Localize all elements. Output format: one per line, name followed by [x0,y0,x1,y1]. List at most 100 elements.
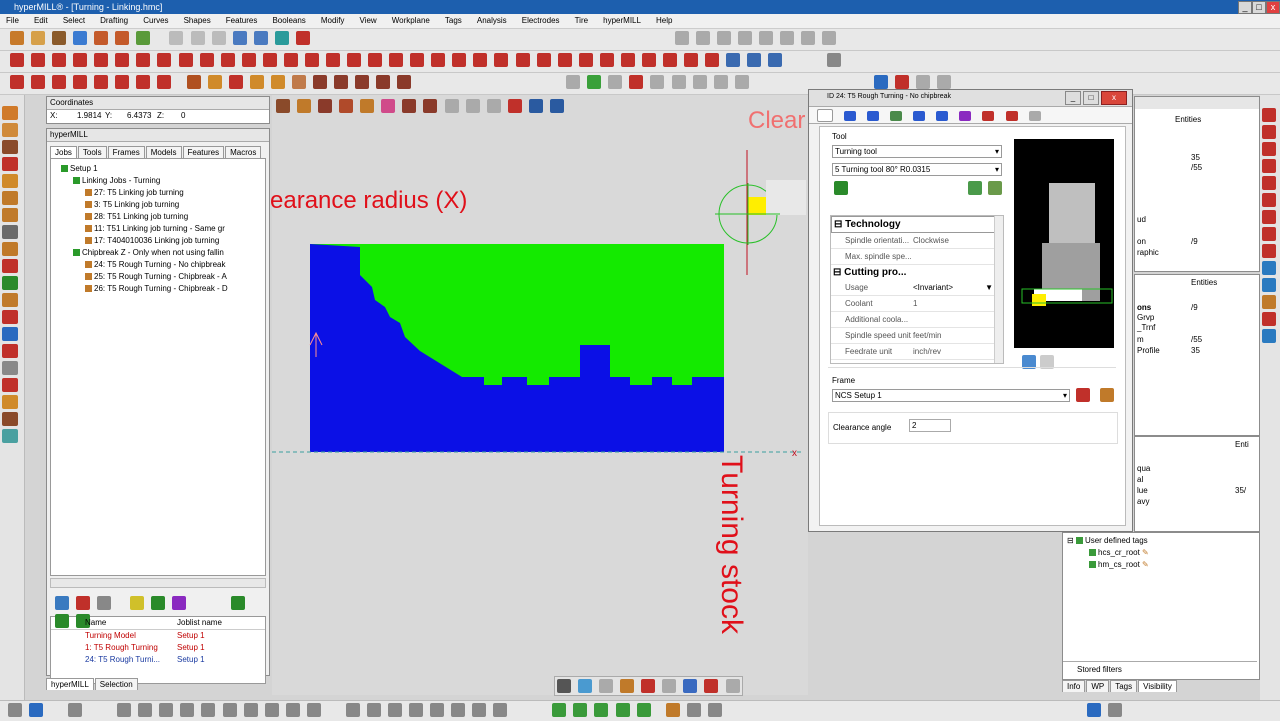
strip-edge-icon[interactable] [2,174,18,188]
snap-grid-icon[interactable] [671,75,686,89]
property-row[interactable]: Max. spindle spe... [831,249,1003,265]
tree-item[interactable]: 3: T5 Linking job turning [51,199,265,211]
settings-icon[interactable] [915,75,930,89]
arc-icon[interactable] [52,53,67,67]
layer-props-icon[interactable] [686,703,701,717]
tab-contour-icon[interactable] [844,110,857,121]
revolve-icon[interactable] [684,53,698,67]
tab-transform-icon[interactable] [959,110,972,121]
filter-surface-icon[interactable] [366,703,381,717]
strip-analysis-icon[interactable] [2,344,18,358]
strip-surface-icon[interactable] [2,123,18,137]
tool-up-icon[interactable] [968,181,982,195]
vb-mark-icon[interactable] [704,679,719,693]
snap-mid-icon[interactable] [138,703,153,717]
union-icon[interactable] [312,75,327,89]
filter-solid-icon[interactable] [387,703,402,717]
strip-mesh-icon[interactable] [2,225,18,239]
spline-icon[interactable] [115,53,130,67]
strip-point-icon[interactable] [2,157,18,171]
rectangle-icon[interactable] [94,53,109,67]
clearance-angle-input[interactable]: 2 [909,419,951,432]
simulate-icon[interactable] [151,596,166,610]
stored-filters-row[interactable]: Stored filters [1063,661,1257,678]
view-front-icon[interactable] [674,31,689,45]
tab-features[interactable]: Features [182,146,225,158]
frame-edit-icon[interactable] [1100,388,1114,402]
vp-redo-icon[interactable] [465,99,480,113]
menu-booleans[interactable]: Booleans [266,14,311,28]
layer-icon[interactable] [747,53,762,67]
balloon-icon[interactable] [473,53,488,67]
tree-item[interactable]: Linking Jobs - Turning [51,175,265,187]
tab-hypermill[interactable]: hyperMILL [46,678,94,690]
grid-icon[interactable] [650,75,665,89]
grid-scrollbar[interactable] [994,216,1003,363]
material-icon[interactable] [768,53,783,67]
new-job-icon[interactable] [55,596,69,610]
extend-icon[interactable] [283,53,298,67]
filter-mesh-icon[interactable] [409,703,423,717]
tree-item[interactable]: 11: T51 Linking job turning - Same gr [51,223,265,235]
tab-visibility[interactable]: Visibility [1138,680,1177,692]
menu-select[interactable]: Select [57,14,91,28]
view-dimetric-icon[interactable] [822,31,837,45]
symbol-icon[interactable] [431,53,446,67]
offset-icon[interactable] [199,53,214,67]
filter-dim-icon[interactable] [472,703,487,717]
coord-icon[interactable] [68,703,83,717]
status-globe-icon[interactable] [1086,703,1101,717]
strip-feature-icon[interactable] [2,276,18,290]
delete-job-icon[interactable] [76,596,91,610]
dimension-icon[interactable] [347,53,361,67]
filter-point-icon[interactable] [430,703,445,717]
snap-perp-icon[interactable] [222,703,237,717]
torus-icon[interactable] [270,75,285,89]
tool-new-icon[interactable] [988,181,1002,195]
cone-icon[interactable] [249,75,264,89]
rs-icon-3[interactable] [1262,142,1276,156]
hatch-icon[interactable] [368,53,383,67]
menu-electrodes[interactable]: Electrodes [516,14,566,28]
text-icon[interactable] [325,53,340,67]
menu-file[interactable]: File [0,14,25,28]
postprocess-icon[interactable] [172,596,187,610]
polygon-icon[interactable] [157,53,172,67]
polyline-icon[interactable] [31,53,46,67]
sphere-icon[interactable] [228,75,243,89]
rs-icon-1[interactable] [1262,108,1276,122]
curve-tool-icon[interactable] [31,75,46,89]
tree-item[interactable]: 25: T5 Rough Turning - Chipbreak - A [51,271,265,283]
layer-manage-icon[interactable] [707,703,722,717]
tab-models[interactable]: Models [145,146,182,158]
menu-help[interactable]: Help [650,14,678,28]
menu-analysis[interactable]: Analysis [471,14,513,28]
dialog-minimize-button[interactable]: _ [1065,91,1081,105]
redo-icon[interactable] [115,31,130,45]
view-iso-icon[interactable] [738,31,753,45]
tool-db-icon[interactable] [873,75,888,89]
snap-grid-icon[interactable] [285,703,300,717]
wave-icon[interactable] [94,75,109,89]
cut-icon[interactable] [169,31,184,45]
loft-icon[interactable] [136,75,151,89]
shell-icon[interactable] [376,75,391,89]
strip-fillet-icon[interactable] [2,259,18,273]
box-icon[interactable] [186,75,201,89]
tab-setup-icon[interactable] [936,110,949,121]
vp-stock-icon[interactable] [360,99,375,113]
solid-icon[interactable] [662,53,677,67]
snap-tangent-icon[interactable] [201,703,216,717]
vp-box-icon[interactable] [276,99,290,113]
line-icon[interactable] [10,53,24,67]
menu-hypermill[interactable]: hyperMILL [597,14,647,28]
new-file-icon[interactable] [10,31,24,45]
note-icon[interactable] [389,53,404,67]
hide-icon[interactable] [587,75,602,89]
wedge-icon[interactable] [291,75,306,89]
snap-intersect-icon[interactable] [264,703,279,717]
tree-item[interactable]: 17: T404010036 Linking job turning [51,235,265,247]
cylinder-icon[interactable] [207,75,222,89]
workplane-icon[interactable] [726,53,741,67]
strip-face-icon[interactable] [2,191,18,205]
